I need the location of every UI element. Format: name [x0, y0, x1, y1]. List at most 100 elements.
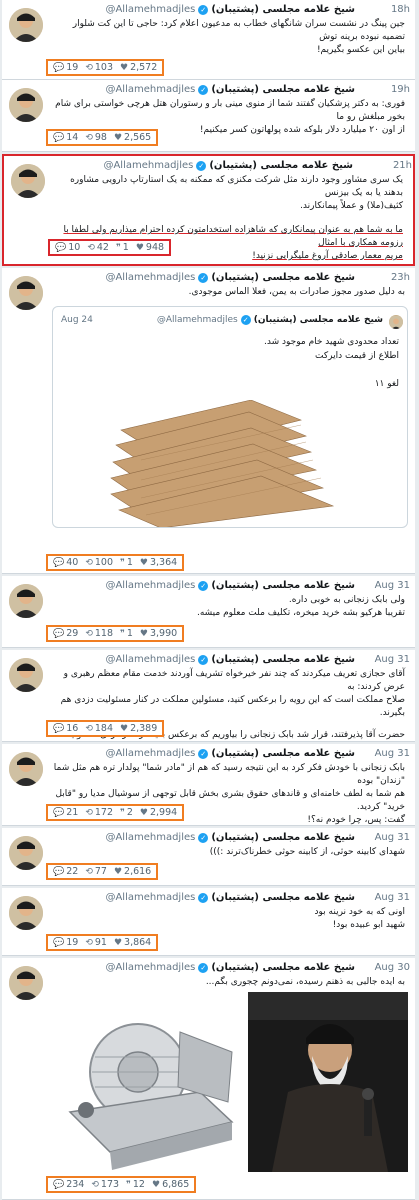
avatar[interactable] — [11, 164, 45, 198]
retweet-button[interactable]: ⟲ 77 — [85, 866, 107, 877]
like-button[interactable]: ♥ 3,364 — [140, 557, 177, 568]
tweet[interactable]: Aug 31 شیخ علامه مجلسی (پشتیبان) ✓ @Alla… — [2, 888, 415, 956]
account-handle[interactable]: @Allamehmadjles — [105, 654, 195, 665]
avatar[interactable] — [9, 896, 43, 930]
avatar[interactable] — [9, 276, 43, 310]
meat-slicer-photo[interactable] — [50, 992, 240, 1172]
tweet-actions: 💬 234 ⟲ 173 ❞ 12 ♥ 6,865 — [46, 1176, 197, 1193]
account-name[interactable]: شیخ علامه مجلسی (پشتیبان) — [211, 748, 355, 759]
like-button[interactable]: ♥ 2,389 — [120, 723, 157, 734]
account-name[interactable]: شیخ علامه مجلسی (پشتیبان) — [211, 4, 355, 15]
tweet-time[interactable]: Aug 31 — [360, 748, 410, 759]
quote-button[interactable]: ❞ 2 — [120, 807, 133, 818]
reply-button[interactable]: 💬 29 — [53, 628, 78, 639]
tweet-time[interactable]: Aug 31 — [360, 654, 410, 665]
account-handle[interactable]: @Allamehmadjles — [105, 832, 195, 843]
retweet-button[interactable]: ⟲ 184 — [85, 723, 113, 734]
verified-badge-icon: ✓ — [198, 892, 209, 903]
account-name[interactable]: شیخ علامه مجلسی (پشتیبان) — [211, 654, 355, 665]
avatar[interactable] — [9, 966, 43, 1000]
quote-button[interactable]: ❞ 12 — [126, 1179, 145, 1190]
reply-button[interactable]: 💬 19 — [53, 937, 78, 948]
heart-icon: ♥ — [151, 1179, 161, 1190]
tweet-time[interactable]: 19h — [360, 84, 410, 95]
quote-button[interactable]: ❞ 1 — [120, 628, 133, 639]
like-button[interactable]: ♥ 2,994 — [140, 807, 177, 818]
verified-badge-icon: ✓ — [198, 748, 209, 759]
retweet-button[interactable]: ⟲ 91 — [85, 937, 107, 948]
account-handle[interactable]: @Allamehmadjles — [105, 84, 195, 95]
account-name[interactable]: شیخ علامه مجلسی (پشتیبان) — [209, 160, 353, 171]
quoted-tweet[interactable]: شیخ علامه مجلسی (پشتیبان) ✓ @Allamehmadj… — [52, 306, 408, 528]
account-name[interactable]: شیخ علامه مجلسی (پشتیبان) — [211, 832, 355, 843]
avatar[interactable] — [9, 752, 43, 786]
retweet-button[interactable]: ⟲ 98 — [85, 132, 107, 143]
quote-button[interactable]: ❞ 1 — [116, 242, 129, 253]
account-handle[interactable]: @Allamehmadjles — [103, 160, 193, 171]
reply-button[interactable]: 💬 10 — [55, 242, 80, 253]
quote-button[interactable]: ❞ 1 — [120, 557, 133, 568]
tweet[interactable]: Aug 30 شیخ علامه مجلسی (پشتیبان) ✓ @Alla… — [2, 958, 415, 1200]
tweet-time[interactable]: Aug 30 — [360, 962, 410, 973]
tweet[interactable]: 23h شیخ علامه مجلسی (پشتیبان) ✓ @Allameh… — [2, 268, 415, 574]
reply-button[interactable]: 💬 16 — [53, 723, 78, 734]
account-handle[interactable]: @Allamehmadjles — [105, 272, 195, 283]
retweet-button[interactable]: ⟲ 100 — [85, 557, 113, 568]
tweet-actions: 💬 21 ⟲ 172 ❞ 2 ♥ 2,994 — [46, 804, 185, 821]
avatar[interactable] — [9, 88, 43, 122]
verified-badge-icon: ✓ — [240, 315, 251, 325]
retweet-button[interactable]: ⟲ 172 — [85, 807, 113, 818]
avatar[interactable] — [9, 8, 43, 42]
reply-icon: 💬 — [53, 937, 65, 948]
reply-button[interactable]: 💬 22 — [53, 866, 78, 877]
tweet[interactable]: Aug 31 شیخ علامه مجلسی (پشتیبان) ✓ @Alla… — [2, 744, 415, 826]
tweet-time[interactable]: Aug 31 — [360, 832, 410, 843]
account-handle[interactable]: @Allamehmadjles — [105, 4, 195, 15]
tweet[interactable]: 18h شیخ علامه مجلسی (پشتیبان) ✓ @Allameh… — [2, 0, 415, 80]
tweet-time[interactable]: 18h — [360, 4, 410, 15]
like-button[interactable]: ♥ 948 — [136, 242, 164, 253]
account-name[interactable]: شیخ علامه مجلسی (پشتیبان) — [211, 272, 355, 283]
tweet-time[interactable]: 21h — [362, 160, 412, 171]
like-button[interactable]: ♥ 6,865 — [152, 1179, 189, 1190]
retweet-button[interactable]: ⟲ 173 — [91, 1179, 119, 1190]
reply-button[interactable]: 💬 14 — [53, 132, 78, 143]
tweet-time[interactable]: 23h — [360, 272, 410, 283]
account-handle[interactable]: @Allamehmadjles — [105, 748, 195, 759]
avatar[interactable] — [9, 836, 43, 870]
avatar[interactable] — [9, 658, 43, 692]
account-handle[interactable]: @Allamehmadjles — [105, 962, 195, 973]
reply-button[interactable]: 💬 234 — [53, 1179, 84, 1190]
like-button[interactable]: ♥ 2,572 — [120, 62, 157, 73]
tweet[interactable]: Aug 31 شیخ علامه مجلسی (پشتیبان) ✓ @Alla… — [2, 650, 415, 742]
reply-button[interactable]: 💬 19 — [53, 62, 78, 73]
like-button[interactable]: ♥ 2,565 — [114, 132, 151, 143]
heart-icon: ♥ — [135, 242, 144, 253]
like-button[interactable]: ♥ 3,864 — [114, 937, 151, 948]
account-name[interactable]: شیخ علامه مجلسی (پشتیبان) — [211, 84, 355, 95]
tweet[interactable]: Aug 31 شیخ علامه مجلسی (پشتیبان) ✓ @Alla… — [2, 828, 415, 886]
retweet-button[interactable]: ⟲ 118 — [85, 628, 113, 639]
account-handle[interactable]: @Allamehmadjles — [105, 580, 195, 591]
heart-icon: ♥ — [139, 557, 148, 568]
reply-button[interactable]: 💬 21 — [53, 807, 78, 818]
tweet-time[interactable]: Aug 31 — [360, 580, 410, 591]
retweet-button[interactable]: ⟲ 103 — [85, 62, 113, 73]
reply-button[interactable]: 💬 40 — [53, 557, 78, 568]
tweet[interactable]: 19h شیخ علامه مجلسی (پشتیبان) ✓ @Allameh… — [2, 80, 415, 152]
tweet-actions: 💬 19 ⟲ 91 ♥ 3,864 — [46, 934, 159, 951]
account-handle[interactable]: @Allamehmadjles — [105, 892, 195, 903]
quote-icon: ❞ — [120, 807, 125, 818]
like-button[interactable]: ♥ 3,990 — [140, 628, 177, 639]
like-button[interactable]: ♥ 2,616 — [114, 866, 151, 877]
tweet[interactable]: Aug 31 شیخ علامه مجلسی (پشتیبان) ✓ @Alla… — [2, 576, 415, 648]
retweet-button[interactable]: ⟲ 42 — [87, 242, 109, 253]
account-name[interactable]: شیخ علامه مجلسی (پشتیبان) — [211, 580, 355, 591]
cardboard-photo[interactable] — [101, 400, 371, 528]
tweet-time[interactable]: Aug 31 — [360, 892, 410, 903]
tweet-highlighted[interactable]: 21h شیخ علامه مجلسی (پشتیبان) ✓ @Allameh… — [2, 154, 415, 266]
account-name[interactable]: شیخ علامه مجلسی (پشتیبان) — [211, 892, 355, 903]
account-name[interactable]: شیخ علامه مجلسی (پشتیبان) — [211, 962, 355, 973]
leader-photo[interactable] — [248, 992, 408, 1172]
avatar[interactable] — [9, 584, 43, 618]
